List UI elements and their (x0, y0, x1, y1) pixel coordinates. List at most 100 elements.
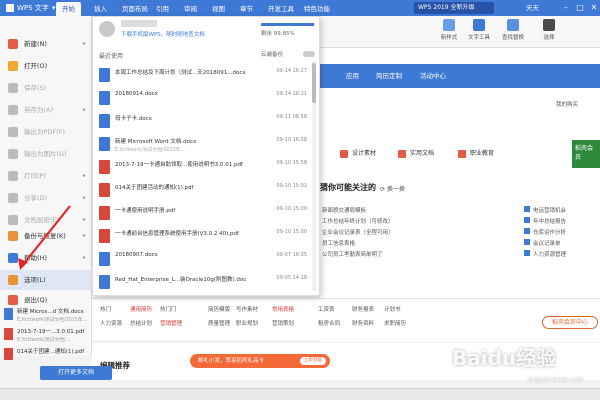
maximize-icon[interactable]: □ (574, 2, 586, 14)
template-link[interactable]: 新面貌交通局模板 (322, 206, 482, 216)
gift-claim-button[interactable]: 立即领取 (300, 357, 326, 365)
ribbon-tab[interactable]: 视图 (206, 2, 231, 16)
ribbon-tool[interactable]: 选择 (532, 18, 566, 46)
menu-item-icon (8, 83, 18, 93)
menu-item-icon (8, 295, 18, 305)
start-nav-item[interactable]: 应用 (346, 64, 359, 88)
category-link[interactable]: 简历模版 (208, 305, 230, 313)
file-menu-item[interactable]: 打印(P) ▸ (0, 166, 92, 186)
category-link[interactable]: 财务资料 (352, 319, 374, 327)
pdf-file-icon (99, 183, 110, 197)
ribbon-tab[interactable]: 章节 (234, 2, 259, 16)
template-link[interactable]: 会议记录单 (524, 239, 594, 249)
file-menu-item[interactable]: 输出为图片(G) (0, 144, 92, 164)
recent-file-row[interactable]: 一卡通前台信息管理系统使用手册(V3.0.2.40).pdf 09-10 15:0… (99, 226, 311, 249)
left-recent-file[interactable]: 014关于团建...通知(1).pdf (4, 346, 92, 366)
file-menu-item[interactable]: 备份与恢复(K) ▸ (0, 226, 92, 246)
start-nav-item[interactable]: 活动中心 (420, 64, 446, 88)
upgrade-banner[interactable]: WPS 2019 全新升级 (414, 2, 494, 14)
my-purchase-link[interactable]: 我的购买 (556, 100, 578, 108)
recent-file-row[interactable]: 20180907.docx 09-07 16:35 (99, 249, 311, 272)
recent-file-row[interactable]: 20180914.docx 09-14 16:21 (99, 88, 311, 111)
file-menu-item[interactable]: 新建(N) ▸ (0, 34, 92, 54)
template-link[interactable]: 仓库运作分析 (524, 228, 594, 238)
menu-item-label: 输出为图片(G) (24, 150, 67, 158)
menu-item-icon (8, 105, 18, 115)
mobile-download-link[interactable]: 下载手机版WPS，随时随地查文档 (121, 30, 205, 38)
category-chip[interactable]: 设计素材 (340, 148, 376, 160)
ribbon-tab[interactable]: 插入 (88, 2, 113, 16)
ribbon-tab[interactable]: 特色功能 (298, 2, 336, 16)
template-icon (524, 206, 530, 212)
refresh-label: 换一换 (386, 186, 405, 193)
category-link[interactable]: 计划书 (384, 305, 401, 313)
file-menu-item[interactable]: 另存为(A) ▸ (0, 100, 92, 120)
category-link[interactable]: 营销管理 (160, 319, 182, 327)
category-link[interactable]: 总结计划 (130, 319, 152, 327)
file-menu-item[interactable]: 打开(O) (0, 56, 92, 76)
category-link[interactable]: 通用简历 (130, 305, 152, 313)
tool-label: 文字工具 (467, 35, 490, 41)
template-link[interactable]: 电话营销机会 (524, 206, 594, 216)
file-menu-item[interactable]: 输出为PDF(F) (0, 122, 92, 142)
category-link[interactable]: 租房合同 (318, 319, 340, 327)
wps-app-menu-button[interactable]: WPS 文字 ▾ (2, 2, 59, 14)
category-link[interactable]: 常用表格 (272, 305, 294, 313)
ribbon-tab[interactable]: 审阅 (178, 2, 203, 16)
avatar[interactable] (99, 21, 115, 37)
category-chip[interactable]: 实用文档 (398, 148, 434, 160)
cloud-backup-toggle[interactable] (303, 51, 315, 57)
ribbon-tab[interactable]: 引用 (150, 2, 175, 16)
ribbon-tab[interactable]: 开发工具 (262, 2, 300, 16)
file-menu-item[interactable]: 选项(L) (0, 270, 92, 290)
template-link[interactable]: 人力资源管理 (524, 250, 594, 260)
category-link[interactable]: 职业规划 (236, 319, 258, 327)
member-center-button[interactable]: 稻壳会员中心 (542, 316, 598, 329)
refresh-link[interactable]: ⟳ 换一换 (380, 184, 405, 193)
template-link[interactable]: 公司员工考勤表简单明了 (322, 250, 482, 260)
recent-file-row[interactable]: 014关于团建活动的通知(1).pdf 09-10 15:02 (99, 180, 311, 203)
recent-file-row[interactable]: 一卡通使用说明手册.pdf 09-10 15:00 (99, 203, 311, 226)
category-link[interactable]: 工资表 (318, 305, 335, 313)
ribbon-tab[interactable]: 页面布局 (116, 2, 154, 16)
close-icon[interactable]: ✕ (588, 2, 600, 14)
ribbon-tab[interactable]: 开始 (56, 2, 81, 16)
open-more-documents-button[interactable]: 打开更多文档 (40, 366, 112, 380)
category-link[interactable]: 写作素材 (236, 305, 258, 313)
menu-item-icon (8, 231, 18, 241)
ribbon-tool[interactable]: 查找替换 (496, 18, 530, 46)
file-menu-item[interactable]: 保存(S) (0, 78, 92, 98)
scrollbar-thumb[interactable] (312, 63, 316, 103)
recent-file-row[interactable]: 母卡子卡.docx 09-11 08:58 (99, 111, 311, 134)
file-menu-item[interactable]: 分享(D) ▸ (0, 188, 92, 208)
category-chip[interactable]: 职业教育 (458, 148, 494, 160)
template-link[interactable]: 工作总结年终计划（可修改） (322, 217, 482, 227)
menu-item-label: 打开(O) (24, 62, 48, 70)
file-name: 014关于团建活动的通知(1).pdf (115, 185, 194, 191)
template-link[interactable]: 员工信息表格 (322, 239, 482, 249)
recent-file-row[interactable]: 2013-7-19一卡通自助领取...使用说明书3.0.01.pdf 09-10 … (99, 157, 311, 180)
menu-item-icon (8, 215, 18, 225)
start-nav-item[interactable]: 简历定制 (376, 64, 402, 88)
recent-file-row[interactable]: 本周工作总结及下周计划（测试...天2018091...docx 09-14 16… (99, 65, 311, 88)
ribbon-tool[interactable]: 新样式 (432, 18, 466, 46)
category-link[interactable]: 营销策划 (272, 319, 294, 327)
minimize-icon[interactable]: – (560, 2, 572, 14)
template-link[interactable]: 企业会议记录表（全程可用） (322, 228, 482, 238)
category-link[interactable]: 热门 (100, 305, 111, 313)
category-link[interactable]: 热门门 (160, 305, 177, 313)
category-link[interactable]: 人力资源 (100, 319, 122, 327)
file-menu-item[interactable]: 帮助(H) ▸ (0, 248, 92, 268)
left-recent-file[interactable]: 新建 Micros...d 文档.docx E:/tcttwork/测试文档/20… (4, 306, 92, 326)
category-link[interactable]: 求职简历 (384, 319, 406, 327)
ribbon-tool[interactable]: 文字工具 (462, 18, 496, 46)
category-link[interactable]: 财务报表 (352, 305, 374, 313)
recent-file-row[interactable]: Red_Hat_Enterprise_L...装Oracle10g(附图教).d… (99, 272, 311, 295)
category-link[interactable]: 质量管理 (208, 319, 230, 327)
template-link[interactable]: 年中总结报告 (524, 217, 594, 227)
recent-file-row[interactable]: 新建 Microsoft Word 文档.docx E:/tcttwork/测试文… (99, 134, 311, 157)
promo-badge[interactable]: 稻壳会员 (572, 140, 600, 168)
user-name[interactable]: 天天 (526, 3, 539, 13)
file-date: 09-14 16:21 (276, 91, 307, 97)
left-recent-file[interactable]: 2013-7-19一...3.0.01.pdf E:/tcttwork/测试文档/… (4, 326, 92, 346)
